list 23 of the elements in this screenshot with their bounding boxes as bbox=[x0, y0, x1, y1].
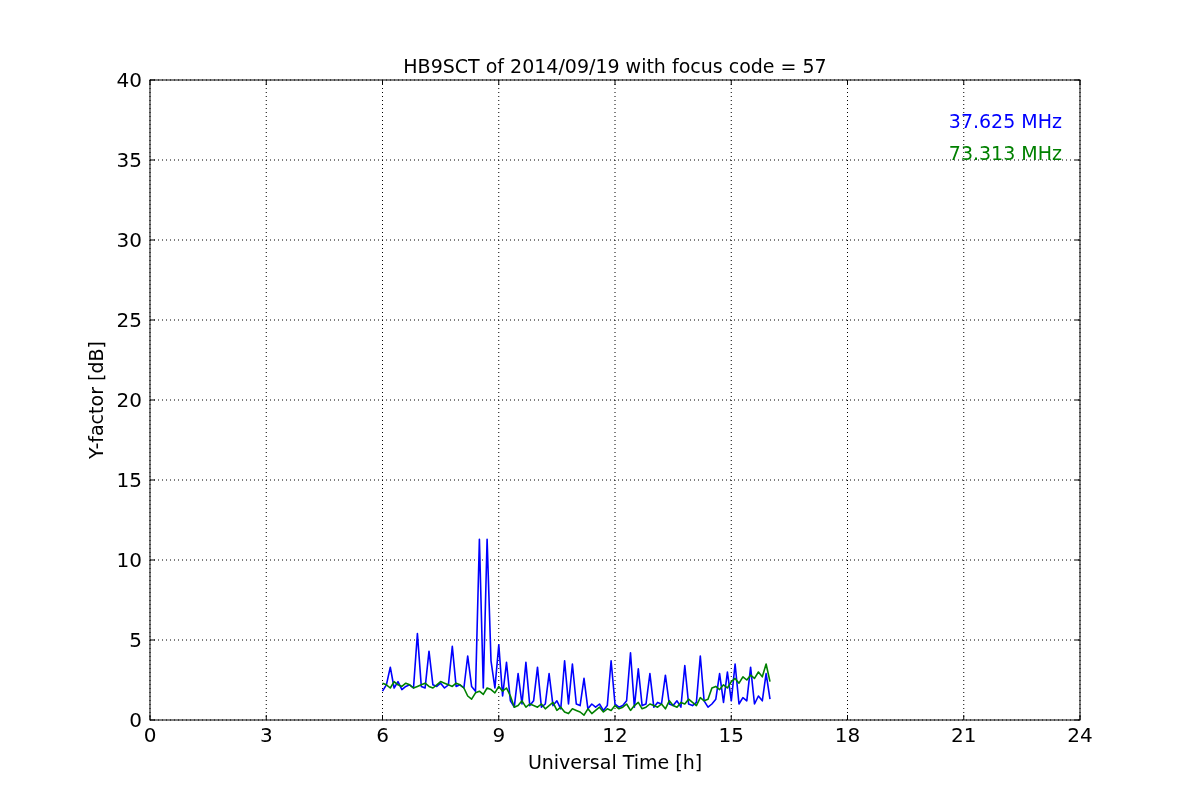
tick-label: 18 bbox=[834, 723, 861, 747]
tick-label: 0 bbox=[143, 723, 157, 747]
tick-label: 0 bbox=[129, 708, 142, 732]
tick-label: 35 bbox=[116, 148, 142, 172]
tick-label: 30 bbox=[116, 228, 142, 252]
chart-title: HB9SCT of 2014/09/19 with focus code = 57 bbox=[403, 55, 827, 77]
tick-label: 5 bbox=[129, 628, 142, 652]
tick-label: 25 bbox=[116, 308, 142, 332]
legend-label: 37.625 MHz bbox=[948, 110, 1062, 132]
x-axis-label: Universal Time [h] bbox=[527, 751, 703, 773]
tick-label: 6 bbox=[376, 723, 389, 747]
tick-label: 20 bbox=[116, 388, 142, 412]
tick-label: 15 bbox=[718, 723, 744, 747]
tick-label: 15 bbox=[116, 468, 142, 492]
tick-label: 10 bbox=[116, 548, 142, 572]
tick-label: 24 bbox=[1067, 723, 1093, 747]
tick-label: 12 bbox=[602, 723, 628, 747]
tick-label: 9 bbox=[492, 723, 506, 747]
tick-label: 21 bbox=[951, 723, 977, 747]
tick-label: 3 bbox=[259, 723, 273, 747]
y-axis-label: Y-factor [dB] bbox=[85, 341, 107, 459]
legend-label: 73.313 MHz bbox=[948, 142, 1062, 164]
tick-label: 40 bbox=[116, 68, 142, 92]
